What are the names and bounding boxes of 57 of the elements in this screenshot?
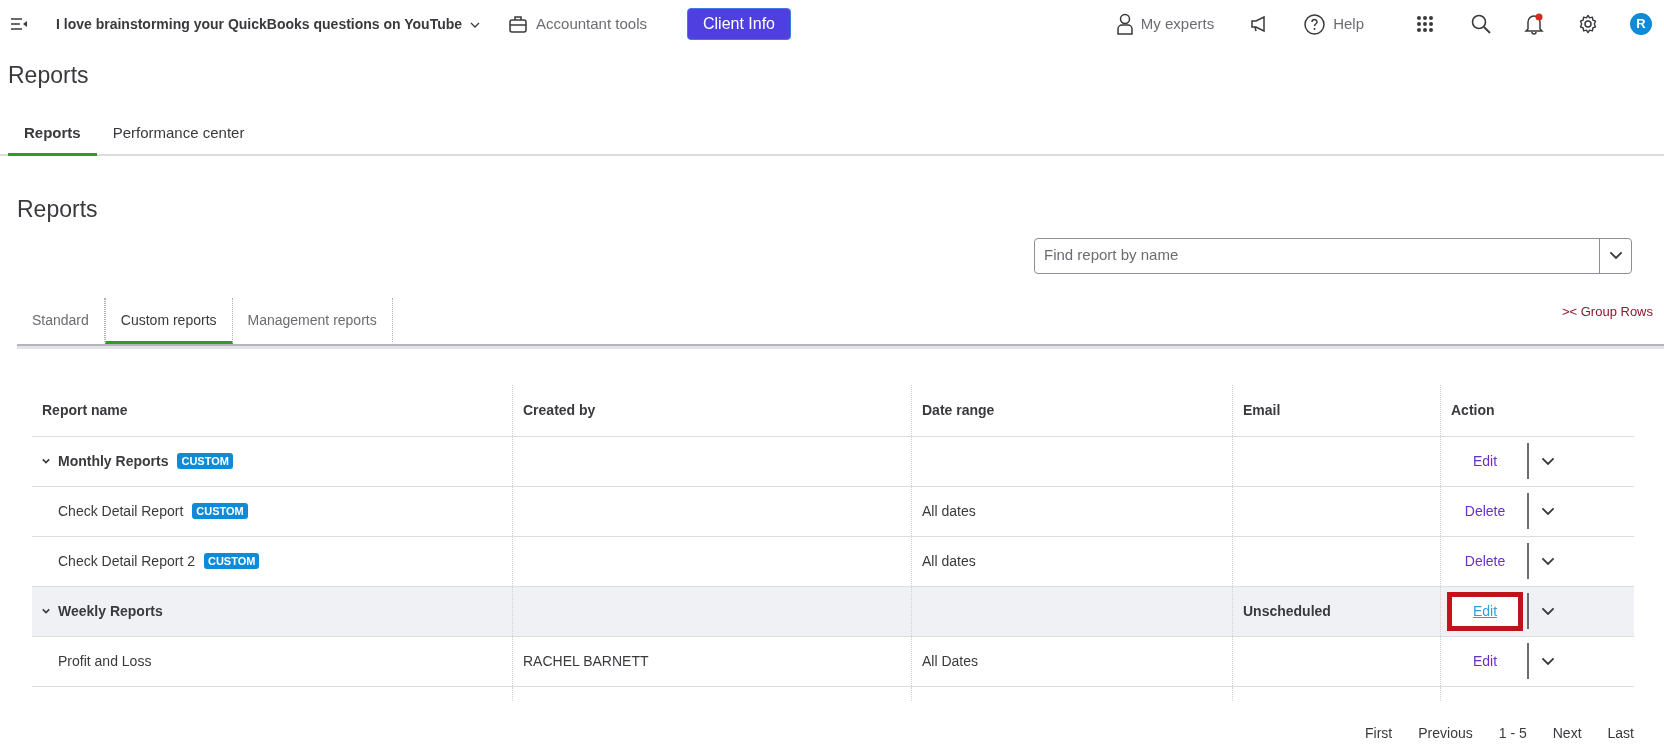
table-cell-text: All dates [922,501,976,521]
table-cell-text: All dates [922,551,976,571]
action-link[interactable]: Delete [1451,495,1519,527]
apps-grid-icon[interactable] [1416,15,1434,33]
report-tab[interactable]: Standard [17,297,105,344]
table-cell-text: All Dates [922,651,979,671]
table-cell-text: Unscheduled [1243,601,1331,621]
pagination-link[interactable]: 1 - 5 [1498,722,1527,744]
chevron-down-icon [1541,557,1555,566]
chevron-down-icon [1541,607,1555,616]
search-icon[interactable] [1471,14,1491,34]
report-name[interactable]: Check Detail Report 2 [58,550,195,572]
report-name[interactable]: Weekly Reports [58,600,163,622]
column-header: Action [1451,400,1495,420]
my-experts-link[interactable]: My experts [1140,12,1215,36]
column-header: Report name [42,400,128,420]
custom-tag: CUSTOM [177,453,233,470]
column-header: Created by [523,400,596,420]
page-title: Reports [7,61,90,90]
chevron-down-icon [470,21,481,28]
bell-icon[interactable] [1524,13,1544,35]
page-tab[interactable]: Performance center [96,115,261,157]
company-name[interactable]: I love brainstorming your QuickBooks questions on YouTube [56,13,463,35]
page-tab[interactable]: Reports [8,115,97,157]
report-tab[interactable]: Management reports [232,297,393,344]
action-link[interactable]: Edit [1451,445,1519,477]
chevron-down-icon [1541,507,1555,516]
chevron-down-icon [1541,657,1555,666]
report-name[interactable]: Check Detail Report [58,500,184,522]
pagination-link[interactable]: Last [1607,722,1634,744]
avatar[interactable]: R [1630,13,1652,35]
section-title: Reports [16,195,99,224]
custom-tag: CUSTOM [192,503,248,520]
column-header: Date range [922,400,995,420]
chevron-down-icon[interactable] [42,458,50,465]
action-link[interactable]: Edit [1451,645,1519,677]
table-cell-text: RACHEL BARNETT [523,651,649,671]
chevron-down-icon [1541,457,1555,466]
pagination-link[interactable]: First [1365,722,1393,744]
person-icon[interactable] [1116,13,1133,35]
chevron-down-icon[interactable] [42,608,50,615]
briefcase-icon[interactable] [508,14,529,34]
settings-icon[interactable] [1578,14,1598,34]
client-info-button[interactable]: Client Info [686,8,791,40]
pagination-link[interactable]: Next [1552,722,1582,744]
help-link[interactable]: Help [1333,12,1364,36]
action-link[interactable]: Delete [1451,545,1519,577]
accountant-tools-link[interactable]: Accountant tools [536,12,647,36]
custom-tag: CUSTOM [203,553,260,570]
chevron-down-icon [1608,251,1623,260]
menu-icon[interactable] [10,17,28,31]
report-name[interactable]: Profit and Loss [58,650,152,672]
column-header: Email [1243,400,1281,420]
group-rows-link[interactable]: >< Group Rows [1561,302,1664,322]
pagination-link[interactable]: Previous [1418,722,1473,744]
report-name[interactable]: Monthly Reports [58,450,169,472]
help-icon[interactable] [1304,13,1326,35]
